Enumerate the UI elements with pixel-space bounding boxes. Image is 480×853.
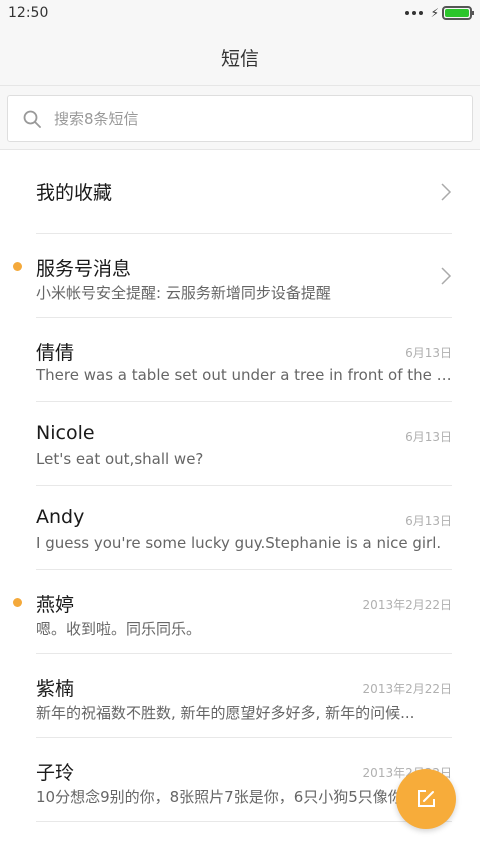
thread-date: 2013年2月22日 [362,598,452,612]
compose-button[interactable] [396,769,456,829]
thread-row[interactable]: 倩倩 6月13日 There was a table set out under… [36,318,452,402]
thread-preview: 新年的祝福数不胜数, 新年的愿望好多好多, 新年的问候... [36,704,415,722]
chevron-right-icon [441,183,452,201]
thread-preview: 10分想念9别的你，8张照片7张是你，6只小狗5只像你 [36,788,403,806]
page-title: 短信 [220,48,259,70]
favorites-row[interactable]: 我的收藏 [36,150,452,234]
thread-row[interactable]: 子玲 2013年2月22日 10分想念9别的你，8张照片7张是你，6只小狗5只像… [36,738,452,822]
search-box[interactable] [7,95,473,142]
compose-icon [418,790,435,807]
thread-date: 2013年2月22日 [362,682,452,696]
thread-preview: 小米帐号安全提醒: 云服务新增同步设备提醒 [36,284,331,302]
more-dots-icon [404,11,423,15]
search-input[interactable] [54,96,454,141]
chevron-right-icon [441,267,452,285]
thread-name: 倩倩 [36,342,75,364]
battery-icon [442,6,474,20]
unread-dot [13,262,22,271]
thread-row[interactable]: 服务号消息 小米帐号安全提醒: 云服务新增同步设备提醒 [13,234,452,318]
thread-name: Nicole [36,422,95,444]
thread-name: 燕婷 [36,594,75,616]
thread-date: 6月13日 [405,346,452,360]
title-bar: 短信 [0,28,480,86]
thread-preview: Let's eat out,shall we? [36,450,204,468]
favorites-label: 我的收藏 [36,182,113,204]
search-icon [23,110,41,128]
unread-dot [13,598,22,607]
thread-date: 6月13日 [405,430,452,444]
conversation-list: 我的收藏 服务号消息 小米帐号安全提醒: 云服务新增同步设备提醒 倩倩 6月13… [0,150,480,822]
thread-name: 服务号消息 [36,258,132,280]
thread-preview: I guess you're some lucky guy.Stephanie … [36,534,442,552]
thread-preview: 嗯。收到啦。同乐同乐。 [36,620,202,638]
thread-name: 紫楠 [36,678,75,700]
status-bar: 12:50 ⚡ [0,0,480,28]
thread-name: Andy [36,506,85,528]
thread-row[interactable]: 燕婷 2013年2月22日 嗯。收到啦。同乐同乐。 [13,570,452,654]
status-time: 12:50 [8,5,49,21]
search-area [0,86,480,150]
status-icons: ⚡ [404,6,474,20]
thread-preview: There was a table set out under a tree i… [36,366,452,384]
thread-name: 子玲 [36,762,75,784]
thread-row[interactable]: Andy 6月13日 I guess you're some lucky guy… [36,486,452,570]
thread-row[interactable]: Nicole 6月13日 Let's eat out,shall we? [36,402,452,486]
thread-row[interactable]: 紫楠 2013年2月22日 新年的祝福数不胜数, 新年的愿望好多好多, 新年的问… [36,654,452,738]
thread-date: 6月13日 [405,514,452,528]
charging-icon: ⚡ [430,6,439,20]
